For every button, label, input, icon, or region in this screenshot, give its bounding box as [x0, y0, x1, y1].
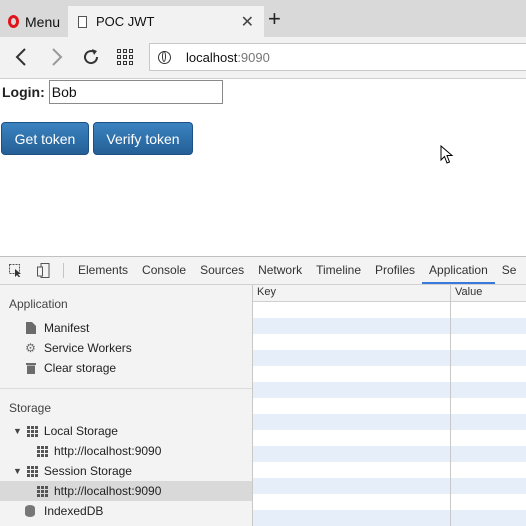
- table-icon: [26, 465, 38, 477]
- devtools-tabs: Elements Console Sources Network Timeline Pro…: [71, 257, 523, 284]
- tab-profiles[interactable]: Profiles: [368, 257, 422, 284]
- expand-triangle-icon[interactable]: ▼: [13, 466, 22, 476]
- document-icon: [78, 15, 87, 28]
- url-host: localhost: [186, 49, 238, 65]
- value-column-header[interactable]: Value: [455, 286, 482, 298]
- expand-triangle-icon[interactable]: ▼: [13, 426, 22, 436]
- storage-section-title: Storage: [9, 401, 52, 415]
- table-row: [253, 478, 526, 494]
- table-header: Key Value: [253, 285, 526, 302]
- storage-table: Key Value: [253, 285, 526, 526]
- get-token-button[interactable]: Get token: [1, 122, 89, 155]
- sidebar-item-label: Clear storage: [44, 361, 117, 375]
- tab-sources[interactable]: Sources: [193, 257, 251, 284]
- tab-elements[interactable]: Elements: [71, 257, 135, 284]
- table-rows: [253, 302, 526, 526]
- table-row: [253, 398, 526, 414]
- forward-button[interactable]: [46, 46, 68, 68]
- table-row: [253, 446, 526, 462]
- file-icon: [25, 322, 36, 335]
- sidebar-item-label: http://localhost:9090: [54, 484, 162, 498]
- sidebar-item-session-storage[interactable]: ▼ Session Storage: [13, 461, 132, 481]
- reload-icon: [84, 49, 99, 65]
- trash-icon: [25, 362, 36, 375]
- table-row: [253, 366, 526, 382]
- table-row: [253, 510, 526, 526]
- globe-icon: [158, 50, 171, 64]
- login-input[interactable]: [48, 80, 223, 104]
- sidebar-item-label: IndexedDB: [44, 504, 104, 518]
- table-icon: [37, 485, 48, 497]
- table-row: [253, 334, 526, 350]
- table-row: [253, 494, 526, 510]
- sidebar-item-clear-storage[interactable]: Clear storage: [25, 358, 116, 378]
- opera-menu-button[interactable]: Menu: [0, 6, 68, 37]
- sidebar-item-label: http://localhost:9090: [54, 444, 162, 458]
- sidebar-divider: [0, 388, 252, 389]
- tab-timeline[interactable]: Timeline: [309, 257, 368, 284]
- toolbar-divider: [63, 263, 64, 278]
- tab-title: POC JWT: [96, 14, 155, 29]
- sidebar-item-label: Session Storage: [43, 464, 132, 478]
- application-section-title: Application: [9, 297, 68, 311]
- tab-poc-jwt[interactable]: POC JWT ✕: [68, 6, 264, 37]
- column-divider: [450, 285, 451, 526]
- table-row: [253, 430, 526, 446]
- table-row: [253, 462, 526, 478]
- application-sidebar: Application Manifest ⚙ Service Workers C…: [0, 285, 253, 526]
- sidebar-item-local-storage-origin[interactable]: http://localhost:9090: [37, 441, 161, 461]
- login-label: Login:: [2, 84, 45, 100]
- sidebar-item-service-workers[interactable]: ⚙ Service Workers: [25, 338, 132, 358]
- table-row: [253, 302, 526, 318]
- database-icon: [25, 505, 35, 517]
- sidebar-item-manifest[interactable]: Manifest: [25, 318, 89, 338]
- verify-token-button[interactable]: Verify token: [93, 122, 193, 155]
- table-row: [253, 350, 526, 366]
- table-icon: [26, 425, 38, 437]
- grid-icon: [117, 49, 133, 65]
- forward-arrow-icon: [52, 48, 63, 66]
- sidebar-item-session-storage-origin[interactable]: http://localhost:9090: [37, 481, 161, 501]
- opera-logo-icon: [8, 15, 19, 28]
- tab-se[interactable]: Se: [495, 257, 524, 284]
- tab-console[interactable]: Console: [135, 257, 193, 284]
- back-arrow-icon: [15, 48, 26, 66]
- url-port: :9090: [237, 49, 270, 65]
- tab-application[interactable]: Application: [422, 257, 495, 284]
- reload-button[interactable]: [80, 46, 102, 68]
- navigation-bar: localhost:9090: [0, 37, 526, 79]
- table-row: [253, 318, 526, 334]
- table-icon: [37, 445, 48, 457]
- speed-dial-button[interactable]: [114, 46, 136, 68]
- sidebar-item-local-storage[interactable]: ▼ Local Storage: [13, 421, 118, 441]
- gear-icon: ⚙: [25, 341, 36, 355]
- tab-network[interactable]: Network: [251, 257, 309, 284]
- sidebar-item-label: Local Storage: [43, 424, 118, 438]
- device-toolbar-icon[interactable]: [37, 263, 50, 278]
- table-row: [253, 414, 526, 430]
- table-row: [253, 382, 526, 398]
- new-tab-button[interactable]: +: [268, 8, 281, 30]
- address-bar[interactable]: localhost:9090: [149, 43, 526, 71]
- tab-bar: Menu POC JWT ✕ +: [0, 0, 526, 37]
- sidebar-item-label: Manifest: [44, 321, 90, 335]
- mouse-cursor-icon: [440, 145, 454, 164]
- devtools-panel: Elements Console Sources Network Timeline Pro…: [0, 256, 526, 526]
- key-column-header[interactable]: Key: [257, 286, 276, 298]
- back-button[interactable]: [10, 46, 32, 68]
- menu-label: Menu: [25, 13, 61, 30]
- close-tab-icon[interactable]: ✕: [241, 12, 254, 32]
- login-row: Login:: [2, 79, 223, 105]
- inspect-element-icon[interactable]: [9, 264, 23, 277]
- devtools-toolbar: Elements Console Sources Network Timeline Pro…: [0, 257, 526, 285]
- sidebar-item-label: Service Workers: [44, 341, 132, 355]
- page-content: Login: Get token Verify token: [0, 79, 526, 255]
- sidebar-item-indexeddb[interactable]: IndexedDB: [25, 501, 103, 521]
